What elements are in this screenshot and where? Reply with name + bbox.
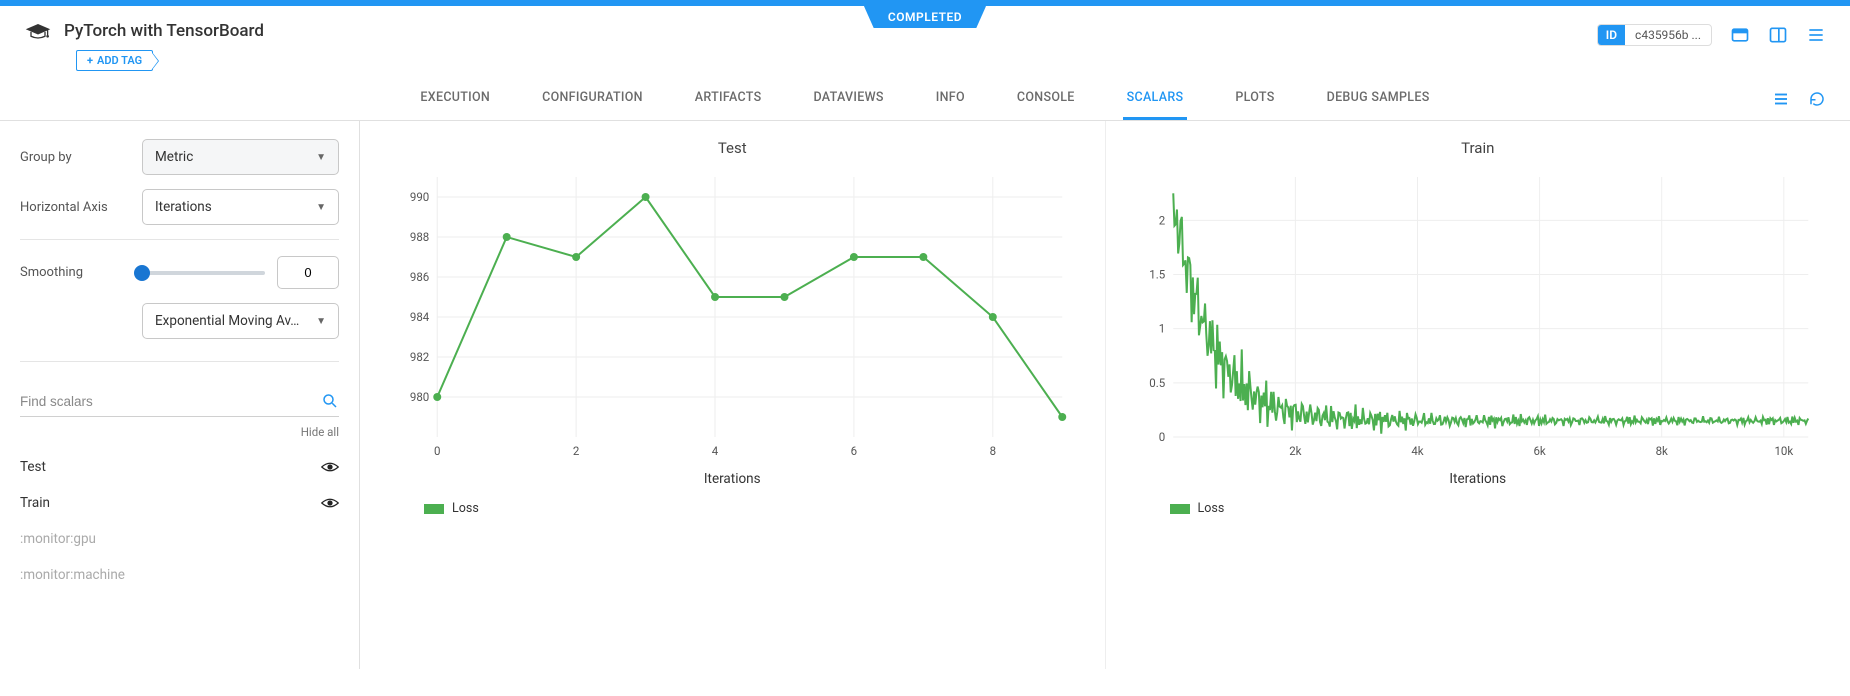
group-by-select[interactable]: Metric ▼ xyxy=(142,139,339,175)
refresh-icon[interactable] xyxy=(1808,90,1826,108)
svg-text:4k: 4k xyxy=(1411,444,1423,458)
svg-text:988: 988 xyxy=(410,230,429,244)
haxis-select[interactable]: Iterations ▼ xyxy=(142,189,339,225)
scalar-item-label: :monitor:gpu xyxy=(20,531,96,547)
id-chip-value: c435956b ... xyxy=(1625,25,1711,45)
tab-dataviews[interactable]: DATAVIEWS xyxy=(809,78,887,120)
svg-text:984: 984 xyxy=(410,310,430,324)
smoothing-slider[interactable] xyxy=(142,271,265,275)
scalar-item[interactable]: Train xyxy=(20,485,339,521)
tab-info[interactable]: INFO xyxy=(932,78,969,120)
svg-text:8: 8 xyxy=(990,444,996,458)
app-logo-icon xyxy=(24,20,52,42)
tab-debug-samples[interactable]: DEBUG SAMPLES xyxy=(1323,78,1434,120)
svg-text:986: 986 xyxy=(410,270,429,284)
svg-text:1.5: 1.5 xyxy=(1149,268,1165,282)
svg-text:990: 990 xyxy=(410,190,429,204)
tab-artifacts[interactable]: ARTIFACTS xyxy=(691,78,766,120)
add-tag-button[interactable]: + ADD TAG xyxy=(76,50,153,71)
chart-title: Test xyxy=(382,139,1083,157)
svg-text:1: 1 xyxy=(1158,322,1164,336)
scalar-item-label: Test xyxy=(20,459,46,475)
haxis-value: Iterations xyxy=(155,199,212,215)
scalar-item-label: Train xyxy=(20,495,50,511)
eye-icon[interactable] xyxy=(321,496,339,510)
card-icon[interactable] xyxy=(1730,25,1750,45)
chart-title: Train xyxy=(1128,139,1829,157)
svg-text:2: 2 xyxy=(573,444,580,458)
svg-text:10k: 10k xyxy=(1774,444,1793,458)
svg-text:6: 6 xyxy=(851,444,857,458)
chart-panel-train: Train 0 0.5 1 1.5 2 2k 4k 6k 8k 10k Iterations Lo… xyxy=(1106,121,1850,669)
page-title: PyTorch with TensorBoard xyxy=(64,21,264,41)
search-input[interactable] xyxy=(20,394,321,409)
svg-text:8k: 8k xyxy=(1655,444,1667,458)
header: PyTorch with TensorBoard + ADD TAG ID c4… xyxy=(0,6,1850,77)
plus-icon: + xyxy=(87,54,93,67)
chart-legend: Loss xyxy=(1170,501,1829,516)
svg-text:6k: 6k xyxy=(1533,444,1545,458)
sidebar: Group by Metric ▼ Horizontal Axis Iterat… xyxy=(0,121,360,669)
panel-split-icon[interactable] xyxy=(1768,25,1788,45)
legend-label: Loss xyxy=(1198,501,1225,516)
chart-xlabel: Iterations xyxy=(1128,471,1829,487)
chart-xlabel: Iterations xyxy=(382,471,1083,487)
smoothing-algo-value: Exponential Moving Av… xyxy=(155,313,299,329)
search-icon[interactable] xyxy=(321,392,339,410)
svg-text:0: 0 xyxy=(1158,430,1164,444)
smoothing-algo-select[interactable]: Exponential Moving Av… ▼ xyxy=(142,303,339,339)
smoothing-label: Smoothing xyxy=(20,265,130,280)
chart-test[interactable]: 980 982 984 986 988 990 0 2 4 6 8 xyxy=(382,167,1083,467)
menu-icon[interactable] xyxy=(1806,25,1826,45)
list-view-icon[interactable] xyxy=(1772,90,1790,108)
scalar-item[interactable]: :monitor:gpu xyxy=(20,521,339,557)
chart-legend: Loss xyxy=(424,501,1083,516)
hide-all-link[interactable]: Hide all xyxy=(20,425,339,439)
group-by-label: Group by xyxy=(20,150,130,165)
legend-label: Loss xyxy=(452,501,479,516)
slider-thumb[interactable] xyxy=(134,265,150,281)
scalar-item-label: :monitor:machine xyxy=(20,567,125,583)
add-tag-label: ADD TAG xyxy=(97,54,142,67)
tab-console[interactable]: CONSOLE xyxy=(1013,78,1079,120)
legend-swatch-icon xyxy=(1170,504,1190,514)
svg-text:4: 4 xyxy=(712,444,719,458)
svg-text:0: 0 xyxy=(434,444,440,458)
tab-plots[interactable]: PLOTS xyxy=(1231,78,1278,120)
chevron-down-icon: ▼ xyxy=(316,316,326,327)
eye-icon[interactable] xyxy=(321,460,339,474)
svg-text:982: 982 xyxy=(410,350,430,364)
tabs-row: EXECUTION CONFIGURATION ARTIFACTS DATAVIEWS… xyxy=(0,77,1850,121)
scalar-item[interactable]: Test xyxy=(20,449,339,485)
svg-text:980: 980 xyxy=(410,390,429,404)
scalar-item[interactable]: :monitor:machine xyxy=(20,557,339,593)
haxis-label: Horizontal Axis xyxy=(20,200,130,215)
chart-panel-test: Test 98098298498698899002468 Iterations … xyxy=(360,121,1106,669)
chevron-down-icon: ▼ xyxy=(316,152,326,163)
group-by-value: Metric xyxy=(155,149,193,165)
smoothing-input[interactable] xyxy=(277,256,339,289)
tab-execution[interactable]: EXECUTION xyxy=(416,78,494,120)
chart-train[interactable]: 0 0.5 1 1.5 2 2k 4k 6k 8k 10k xyxy=(1128,167,1829,467)
legend-swatch-icon xyxy=(424,504,444,514)
id-chip[interactable]: ID c435956b ... xyxy=(1597,24,1712,46)
chevron-down-icon: ▼ xyxy=(316,202,326,213)
svg-text:2k: 2k xyxy=(1289,444,1301,458)
svg-text:2: 2 xyxy=(1158,213,1165,227)
tab-scalars[interactable]: SCALARS xyxy=(1123,78,1188,120)
tab-configuration[interactable]: CONFIGURATION xyxy=(538,78,647,120)
svg-text:0.5: 0.5 xyxy=(1149,376,1165,390)
id-chip-label: ID xyxy=(1598,25,1625,45)
